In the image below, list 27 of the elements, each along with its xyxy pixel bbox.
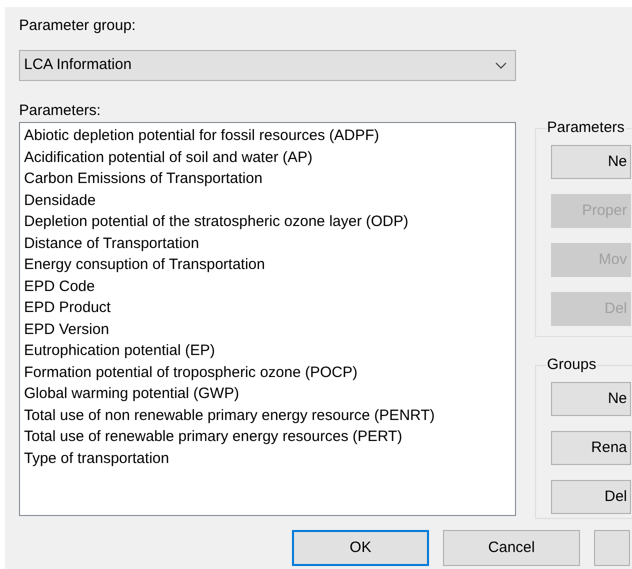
list-item[interactable]: Acidification potential of soil and water (AP) xyxy=(24,146,312,168)
field-label: Parameters: xyxy=(19,101,102,120)
dialog-button[interactable]: Cancel xyxy=(443,530,580,566)
list-item[interactable]: Formation potential of tropospheric ozone (POCP) xyxy=(24,362,358,383)
side-button[interactable]: Ne xyxy=(551,382,631,416)
list-item[interactable]: Abiotic depletion potential for fossil resources (ADPF) xyxy=(24,125,380,146)
side-button[interactable]: Ne xyxy=(551,145,631,179)
list-item[interactable]: EPD Code xyxy=(24,276,95,297)
list-item[interactable]: EPD Product xyxy=(24,297,111,318)
list-item[interactable]: Eutrophication potential (EP) xyxy=(24,340,215,362)
list-item[interactable]: Total use of non renewable primary energy resource (PENRT) xyxy=(24,404,435,426)
list-item[interactable]: Global warming potential (GWP) xyxy=(24,383,240,404)
field-label: Parameter group: xyxy=(19,16,137,35)
list-item[interactable]: Distance of Transportation xyxy=(24,232,200,254)
parameters-list[interactable] xyxy=(19,122,516,516)
list-item[interactable]: Total use of renewable primary energy resources (PERT) xyxy=(24,426,402,448)
list-item[interactable]: Type of transportation xyxy=(24,448,170,469)
side-button[interactable]: Del xyxy=(551,480,631,514)
list-item[interactable]: Densidade xyxy=(24,190,96,211)
list-item[interactable]: Carbon Emissions of Transportation xyxy=(24,168,262,190)
list-item[interactable]: EPD Version xyxy=(24,318,110,340)
chevron-down-icon xyxy=(495,62,507,69)
side-button[interactable]: Rena xyxy=(551,431,631,465)
dialog-button[interactable]: OK xyxy=(292,530,429,566)
parameter-group-dropdown[interactable]: LCA Information xyxy=(19,50,516,81)
list-item[interactable]: Energy consuption of Transportation xyxy=(24,254,265,276)
list-item[interactable]: Depletion potential of the stratospheric ozone layer (ODP) xyxy=(24,211,408,232)
